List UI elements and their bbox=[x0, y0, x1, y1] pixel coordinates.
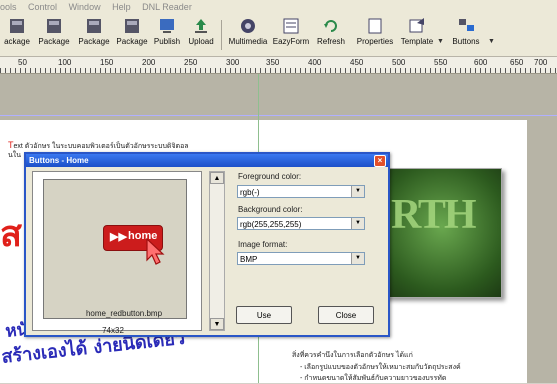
foreground-color-value: rgb(-) bbox=[240, 188, 260, 197]
dialog-titlebar[interactable]: Buttons - Home × bbox=[26, 154, 388, 167]
dialog-title: Buttons - Home bbox=[29, 156, 89, 165]
ruler-number: 500 bbox=[392, 58, 406, 67]
package-icon bbox=[125, 19, 139, 33]
close-icon[interactable]: × bbox=[374, 155, 386, 167]
preview-dimensions: 74x32 bbox=[102, 326, 124, 335]
properties-button[interactable]: Properties bbox=[354, 16, 396, 54]
package-icon bbox=[47, 19, 61, 33]
text-line-2: นใน bbox=[8, 152, 21, 159]
publish-button[interactable]: Publish bbox=[152, 16, 182, 54]
multimedia-button[interactable]: Multimedia bbox=[226, 16, 270, 54]
right-text-1: สิ่งที่ควรคำนึงในการเลือกตัวอักษร ได้แก่ bbox=[292, 352, 413, 359]
package-button-3[interactable]: Package bbox=[76, 16, 112, 54]
ruler-number: 100 bbox=[58, 58, 72, 67]
ruler-number: 150 bbox=[100, 58, 114, 67]
menu-bar: ools Control Window Help DNL Reader bbox=[0, 0, 557, 14]
button-thumbnail[interactable]: ▶▶ home home_redbutton.bmp bbox=[43, 179, 187, 319]
image-format-value: BMP bbox=[240, 255, 258, 264]
menu-help[interactable]: Help bbox=[112, 2, 131, 12]
refresh-button[interactable]: Refresh bbox=[314, 16, 348, 54]
foreground-color-label: Foreground color: bbox=[238, 172, 302, 181]
buttons-label: Buttons bbox=[452, 37, 480, 46]
ruler-number: 350 bbox=[266, 58, 280, 67]
ruler-number: 50 bbox=[18, 58, 27, 67]
document-text-line: Text ตัวอักษร ในระบบคอมพิวเตอร์เป็นตัวอั… bbox=[8, 140, 189, 152]
properties-icon bbox=[368, 18, 382, 34]
ruler-number: 600 bbox=[474, 58, 488, 67]
chevron-down-icon[interactable]: ▼ bbox=[351, 218, 364, 229]
button-preview-panel: ▶▶ home home_redbutton.bmp 74x32 bbox=[32, 171, 202, 335]
scroll-down-icon[interactable]: ▼ bbox=[210, 318, 224, 330]
package-label: Package bbox=[38, 37, 70, 46]
publish-icon bbox=[160, 19, 174, 33]
package-icon bbox=[10, 19, 24, 33]
earth-text-image[interactable]: RTH bbox=[382, 168, 502, 298]
upload-icon bbox=[195, 19, 207, 33]
menu-tools[interactable]: ools bbox=[0, 2, 17, 12]
image-format-label: Image format: bbox=[238, 240, 288, 249]
hand-pointer-icon bbox=[146, 238, 165, 265]
package-label: Package bbox=[116, 37, 148, 46]
background-color-value: rgb(255,255,255) bbox=[240, 220, 302, 229]
earth-image-word: RTH bbox=[391, 192, 477, 238]
multimedia-label: Multimedia bbox=[228, 37, 268, 46]
right-text-2: - เลือกรูปแบบของตัวอักษรให้เหมาะสมกับวัต… bbox=[300, 364, 461, 371]
toolbar: ackage Package Package Package Publish U… bbox=[0, 14, 557, 57]
text-line-1: ext ตัวอักษร ในระบบคอมพิวเตอร์เป็นตัวอัก… bbox=[13, 143, 189, 150]
ruler-number: 650 bbox=[510, 58, 524, 67]
ruler-ticks bbox=[0, 68, 557, 73]
buttons-button[interactable]: Buttons bbox=[446, 16, 486, 54]
publish-label: Publish bbox=[153, 37, 181, 46]
ruler-number: 250 bbox=[184, 58, 198, 67]
ruler-number: 300 bbox=[226, 58, 240, 67]
chevron-down-icon[interactable]: ▼ bbox=[351, 186, 364, 197]
chevron-down-icon[interactable]: ▼ bbox=[351, 253, 364, 264]
toolbar-separator bbox=[221, 20, 222, 50]
use-button[interactable]: Use bbox=[236, 306, 292, 324]
multimedia-icon bbox=[241, 19, 255, 33]
buttons-dialog: Buttons - Home × ▶▶ home home_redbutton.… bbox=[24, 152, 390, 337]
refresh-icon bbox=[324, 20, 337, 32]
menu-dnl-reader[interactable]: DNL Reader bbox=[142, 2, 192, 12]
ruler-number: 550 bbox=[434, 58, 448, 67]
template-label: Template bbox=[400, 37, 434, 46]
right-text-3: - กำหนดขนาดให้สัมพันธ์กับความยาวของบรรทั… bbox=[300, 375, 447, 382]
ruler-number: 450 bbox=[350, 58, 364, 67]
template-button[interactable]: Template bbox=[398, 16, 436, 54]
package-button-1[interactable]: ackage bbox=[0, 16, 34, 54]
menu-control[interactable]: Control bbox=[28, 2, 57, 12]
menu-window[interactable]: Window bbox=[69, 2, 101, 12]
close-button[interactable]: Close bbox=[318, 306, 374, 324]
background-color-label: Background color: bbox=[238, 205, 303, 214]
upload-label: Upload bbox=[188, 37, 214, 46]
background-color-select[interactable]: rgb(255,255,255) ▼ bbox=[237, 217, 365, 230]
ruler-number: 200 bbox=[142, 58, 156, 67]
buttons-icon bbox=[459, 19, 474, 31]
package-icon bbox=[87, 19, 101, 33]
refresh-label: Refresh bbox=[316, 37, 345, 46]
preview-filename: home_redbutton.bmp bbox=[85, 309, 163, 318]
package-button-4[interactable]: Package bbox=[114, 16, 150, 54]
play-icon: ▶▶ bbox=[110, 231, 127, 243]
horizontal-guide[interactable] bbox=[0, 115, 557, 116]
template-icon bbox=[409, 18, 424, 33]
ruler-number: 400 bbox=[308, 58, 322, 67]
upload-button[interactable]: Upload bbox=[186, 16, 216, 54]
image-format-select[interactable]: BMP ▼ bbox=[237, 252, 365, 265]
package-button-2[interactable]: Package bbox=[36, 16, 72, 54]
scroll-up-icon[interactable]: ▲ bbox=[210, 172, 224, 184]
buttons-dropdown-arrow[interactable]: ▼ bbox=[488, 38, 495, 45]
template-dropdown-arrow[interactable]: ▼ bbox=[437, 38, 444, 45]
ruler-number: 700 bbox=[534, 58, 548, 67]
horizontal-ruler: 50 100 150 200 250 300 350 400 450 500 5… bbox=[0, 57, 557, 74]
preview-scrollbar[interactable]: ▲ ▼ bbox=[209, 171, 225, 331]
eazyform-label: EazyForm bbox=[272, 37, 310, 46]
eazyform-button[interactable]: EazyForm bbox=[272, 16, 310, 54]
properties-label: Properties bbox=[356, 37, 394, 46]
large-red-letter: ส bbox=[0, 213, 22, 254]
form-icon bbox=[283, 18, 299, 34]
foreground-color-select[interactable]: rgb(-) ▼ bbox=[237, 185, 365, 198]
package-label: Package bbox=[78, 37, 110, 46]
package-label: ackage bbox=[4, 37, 30, 46]
